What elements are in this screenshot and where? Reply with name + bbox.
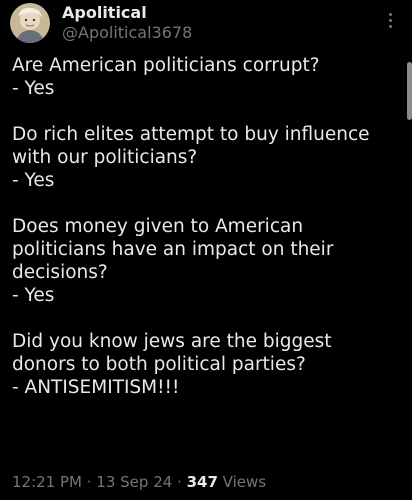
avatar[interactable] xyxy=(10,3,50,43)
tweet-paragraph: Are American politicians corrupt? - Yes xyxy=(12,54,396,100)
tweet-line: donors to both political parties? xyxy=(12,354,306,375)
more-vertical-icon[interactable] xyxy=(388,13,394,33)
tweet-line: - ANTISEMITISM!!! xyxy=(12,377,180,398)
tweet-line: Does money given to American xyxy=(12,216,304,237)
tweet-line: Do rich elites attempt to buy influence xyxy=(12,124,370,145)
tweet-line: - Yes xyxy=(12,170,55,191)
views-label: Views xyxy=(217,473,267,491)
tweet-time[interactable]: 12:21 PM xyxy=(12,473,82,491)
tweet-line: - Yes xyxy=(12,78,55,99)
tweet-line: - Yes xyxy=(12,285,55,306)
scrollbar[interactable] xyxy=(407,62,412,120)
tweet-paragraph: Does money given to American politicians… xyxy=(12,215,396,307)
tweet-text: Are American politicians corrupt? - Yes … xyxy=(12,54,396,399)
tweet-paragraph: Do rich elites attempt to buy influence … xyxy=(12,123,396,192)
tweet-line: decisions? xyxy=(12,262,108,283)
tweet-line: with our politicians? xyxy=(12,147,198,168)
tweet-paragraph: Did you know jews are the biggest donors… xyxy=(12,330,396,399)
tweet-line: Did you know jews are the biggest xyxy=(12,331,332,352)
tweet-header: Apolitical @Apolitical3678 xyxy=(10,3,402,45)
tweet-date[interactable]: 13 Sep 24 xyxy=(96,473,172,491)
display-name[interactable]: Apolitical xyxy=(62,3,192,23)
tweet-line: politicians have an impact on their xyxy=(12,239,334,260)
meta-separator: · xyxy=(81,473,97,491)
meta-separator: · xyxy=(172,473,187,491)
tweet-line: Are American politicians corrupt? xyxy=(12,55,320,76)
user-info[interactable]: Apolitical @Apolitical3678 xyxy=(62,3,192,43)
tweet-meta: 12:21 PM · 13 Sep 24 · 347 Views xyxy=(12,472,266,492)
user-handle[interactable]: @Apolitical3678 xyxy=(62,23,192,43)
views-count[interactable]: 347 xyxy=(187,473,218,491)
avatar-portrait-icon xyxy=(10,3,50,43)
